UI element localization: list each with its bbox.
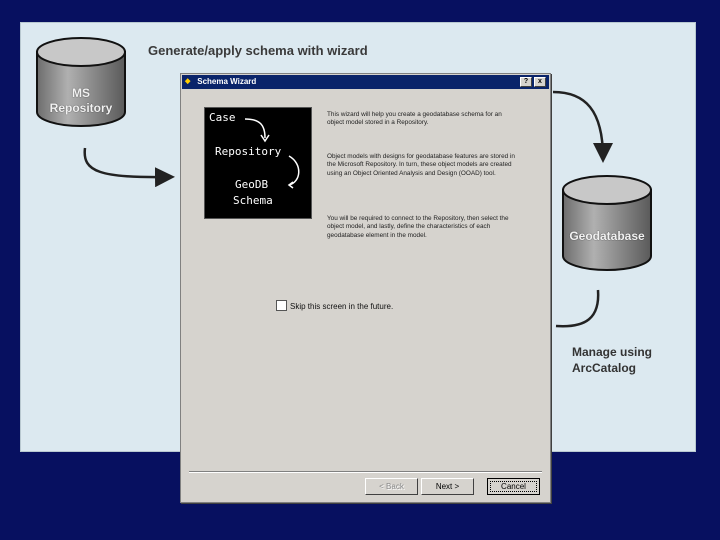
help-button[interactable]: ? <box>520 77 532 87</box>
geodatabase-label: Geodatabase <box>569 229 645 243</box>
art-arrows-icon <box>244 118 300 189</box>
dialog-titlebar[interactable]: ◆ Schema Wizard ? x <box>182 75 549 89</box>
close-button[interactable]: x <box>534 77 546 87</box>
dialog-title: Schema Wizard <box>197 77 257 86</box>
ms-repository-label: MS Repository <box>49 86 113 115</box>
arrow-geodatabase-return-icon <box>555 289 600 328</box>
object-model-paragraph: Object models with designs for geodataba… <box>327 153 515 177</box>
wizard-artwork: Case Repository GeoDB Schema <box>204 107 312 219</box>
back-button[interactable]: < Back <box>365 478 418 495</box>
button-separator <box>189 471 542 473</box>
arrow-to-geodatabase-icon <box>552 90 613 163</box>
intro-paragraph: This wizard will help you create a geoda… <box>327 111 502 127</box>
schema-wizard-dialog: ◆ Schema Wizard ? x Case Repository GeoD… <box>180 73 551 503</box>
skip-screen-checkbox[interactable] <box>276 300 287 311</box>
manage-note: Manage using ArcCatalog <box>572 345 653 375</box>
slide-heading: Generate/apply schema with wizard <box>148 43 368 58</box>
arrow-to-wizard-icon <box>83 147 175 188</box>
geodatabase-cylinder-icon <box>562 175 652 271</box>
cancel-button[interactable]: Cancel <box>487 478 540 495</box>
steps-paragraph: You will be required to connect to the R… <box>327 215 509 239</box>
wizard-icon: ◆ <box>185 78 191 85</box>
skip-screen-option[interactable]: Skip this screen in the future. <box>276 300 393 311</box>
skip-screen-label: Skip this screen in the future. <box>290 302 394 311</box>
next-button[interactable]: Next > <box>421 478 474 495</box>
